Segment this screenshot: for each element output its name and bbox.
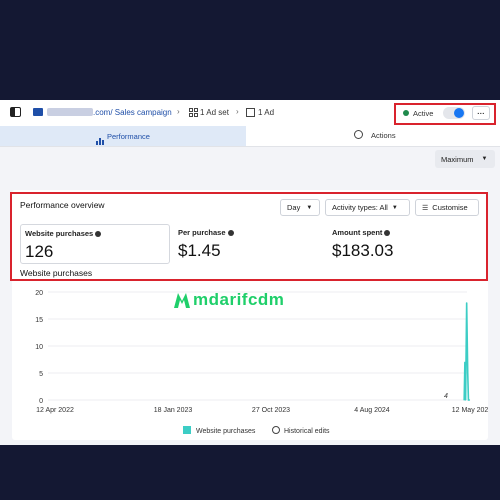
breadcrumb-ad-set[interactable]: 1 Ad set — [200, 108, 229, 117]
data-point — [468, 399, 471, 401]
metric-value: $183.03 — [332, 241, 394, 260]
activity-types-label: Activity types: All — [332, 203, 388, 212]
folder-icon — [33, 108, 43, 116]
metric-amount-spent[interactable]: Amount spent $183.03 — [328, 224, 478, 264]
blurred-domain — [47, 108, 93, 116]
overview-title: Performance overview — [20, 200, 105, 210]
metric-website-purchases[interactable]: Website purchases 126 — [20, 224, 170, 264]
data-point — [466, 302, 468, 304]
metric-label-text: Website purchases — [25, 229, 94, 238]
legend-label: Historical edits — [284, 428, 330, 435]
x-tick-label: 12 Apr 2022 — [36, 407, 74, 414]
history-icon — [272, 426, 280, 434]
legend-label: Website purchases — [196, 428, 256, 435]
info-icon — [227, 230, 234, 237]
series-line — [463, 302, 470, 401]
bar-chart-icon — [96, 132, 104, 145]
performance-card: Performance overview Day ▼ Activity type… — [10, 190, 488, 440]
actions-icon — [354, 130, 363, 139]
info-icon — [95, 231, 102, 238]
status-label: Active — [413, 109, 434, 118]
chevron-right-icon: › — [177, 107, 180, 116]
status-dot-icon — [403, 110, 409, 116]
customise-button[interactable]: ☰ Customise — [415, 199, 479, 216]
caret-down-icon: ▼ — [306, 204, 313, 211]
activity-types-dropdown[interactable]: Activity types: All ▼ — [325, 199, 410, 216]
watermark-text: mdarifcdm — [193, 290, 285, 309]
historical-edits-marker: 4 — [444, 393, 448, 400]
chevron-right-icon: › — [236, 107, 239, 116]
x-tick-label: 12 May 2025 — [452, 407, 488, 414]
tab-performance[interactable]: Performance — [0, 126, 246, 146]
date-range-dropdown[interactable]: Maximum ▼ — [435, 150, 495, 168]
top-bar: .com/ Sales campaign › 1 Ad set › 1 Ad A… — [0, 100, 500, 127]
caret-down-icon: ▼ — [391, 204, 398, 211]
data-point — [467, 372, 469, 374]
metric-label-text: Amount spent — [332, 228, 383, 237]
watermark-logo-icon — [174, 293, 190, 308]
ads-manager-window: .com/ Sales campaign › 1 Ad set › 1 Ad A… — [0, 100, 500, 445]
y-tick-label: 0 — [39, 398, 43, 405]
ad-set-icon — [189, 108, 198, 117]
metric-value: 126 — [25, 242, 54, 261]
ad-icon — [246, 108, 255, 117]
day-label: Day — [287, 203, 301, 212]
customise-label: Customise — [432, 203, 468, 212]
chart-title: Website purchases — [20, 268, 93, 278]
day-dropdown[interactable]: Day ▼ — [280, 199, 320, 216]
metric-label-text: Per purchase — [178, 228, 226, 237]
metric-label: Website purchases — [25, 229, 102, 238]
active-toggle[interactable] — [443, 107, 465, 119]
date-range-label: Maximum — [441, 154, 474, 164]
x-tick-label: 4 Aug 2024 — [354, 407, 390, 414]
data-point — [464, 399, 467, 401]
legend-swatch — [183, 426, 191, 434]
data-point — [464, 361, 466, 363]
y-tick-label: 5 — [39, 371, 43, 378]
tab-bar: Performance Actions — [0, 126, 500, 147]
tab-performance-label: Performance — [107, 132, 150, 141]
info-icon — [384, 230, 391, 237]
caret-down-icon: ▼ — [481, 156, 488, 162]
breadcrumb-campaign[interactable]: .com/ Sales campaign — [93, 108, 172, 117]
sidebar-toggle-icon[interactable] — [10, 107, 21, 117]
data-point — [467, 399, 470, 401]
y-tick-label: 15 — [35, 317, 43, 324]
data-point — [463, 399, 465, 401]
x-tick-label: 18 Jan 2023 — [154, 407, 193, 414]
metric-value: $1.45 — [178, 241, 221, 260]
more-options-button[interactable]: ··· — [472, 106, 490, 120]
customise-icon: ☰ — [422, 204, 429, 212]
metric-per-purchase[interactable]: Per purchase $1.45 — [174, 224, 324, 264]
watermark: mdarifcdm — [172, 290, 284, 315]
x-tick-label: 27 Oct 2023 — [252, 407, 290, 414]
tab-actions[interactable]: Actions — [371, 131, 396, 140]
metric-label: Per purchase — [178, 228, 234, 237]
y-tick-label: 10 — [35, 344, 43, 351]
breadcrumb-ad[interactable]: 1 Ad — [258, 108, 274, 117]
toggle-knob — [454, 108, 464, 118]
y-tick-label: 20 — [35, 290, 43, 297]
metric-label: Amount spent — [332, 228, 391, 237]
